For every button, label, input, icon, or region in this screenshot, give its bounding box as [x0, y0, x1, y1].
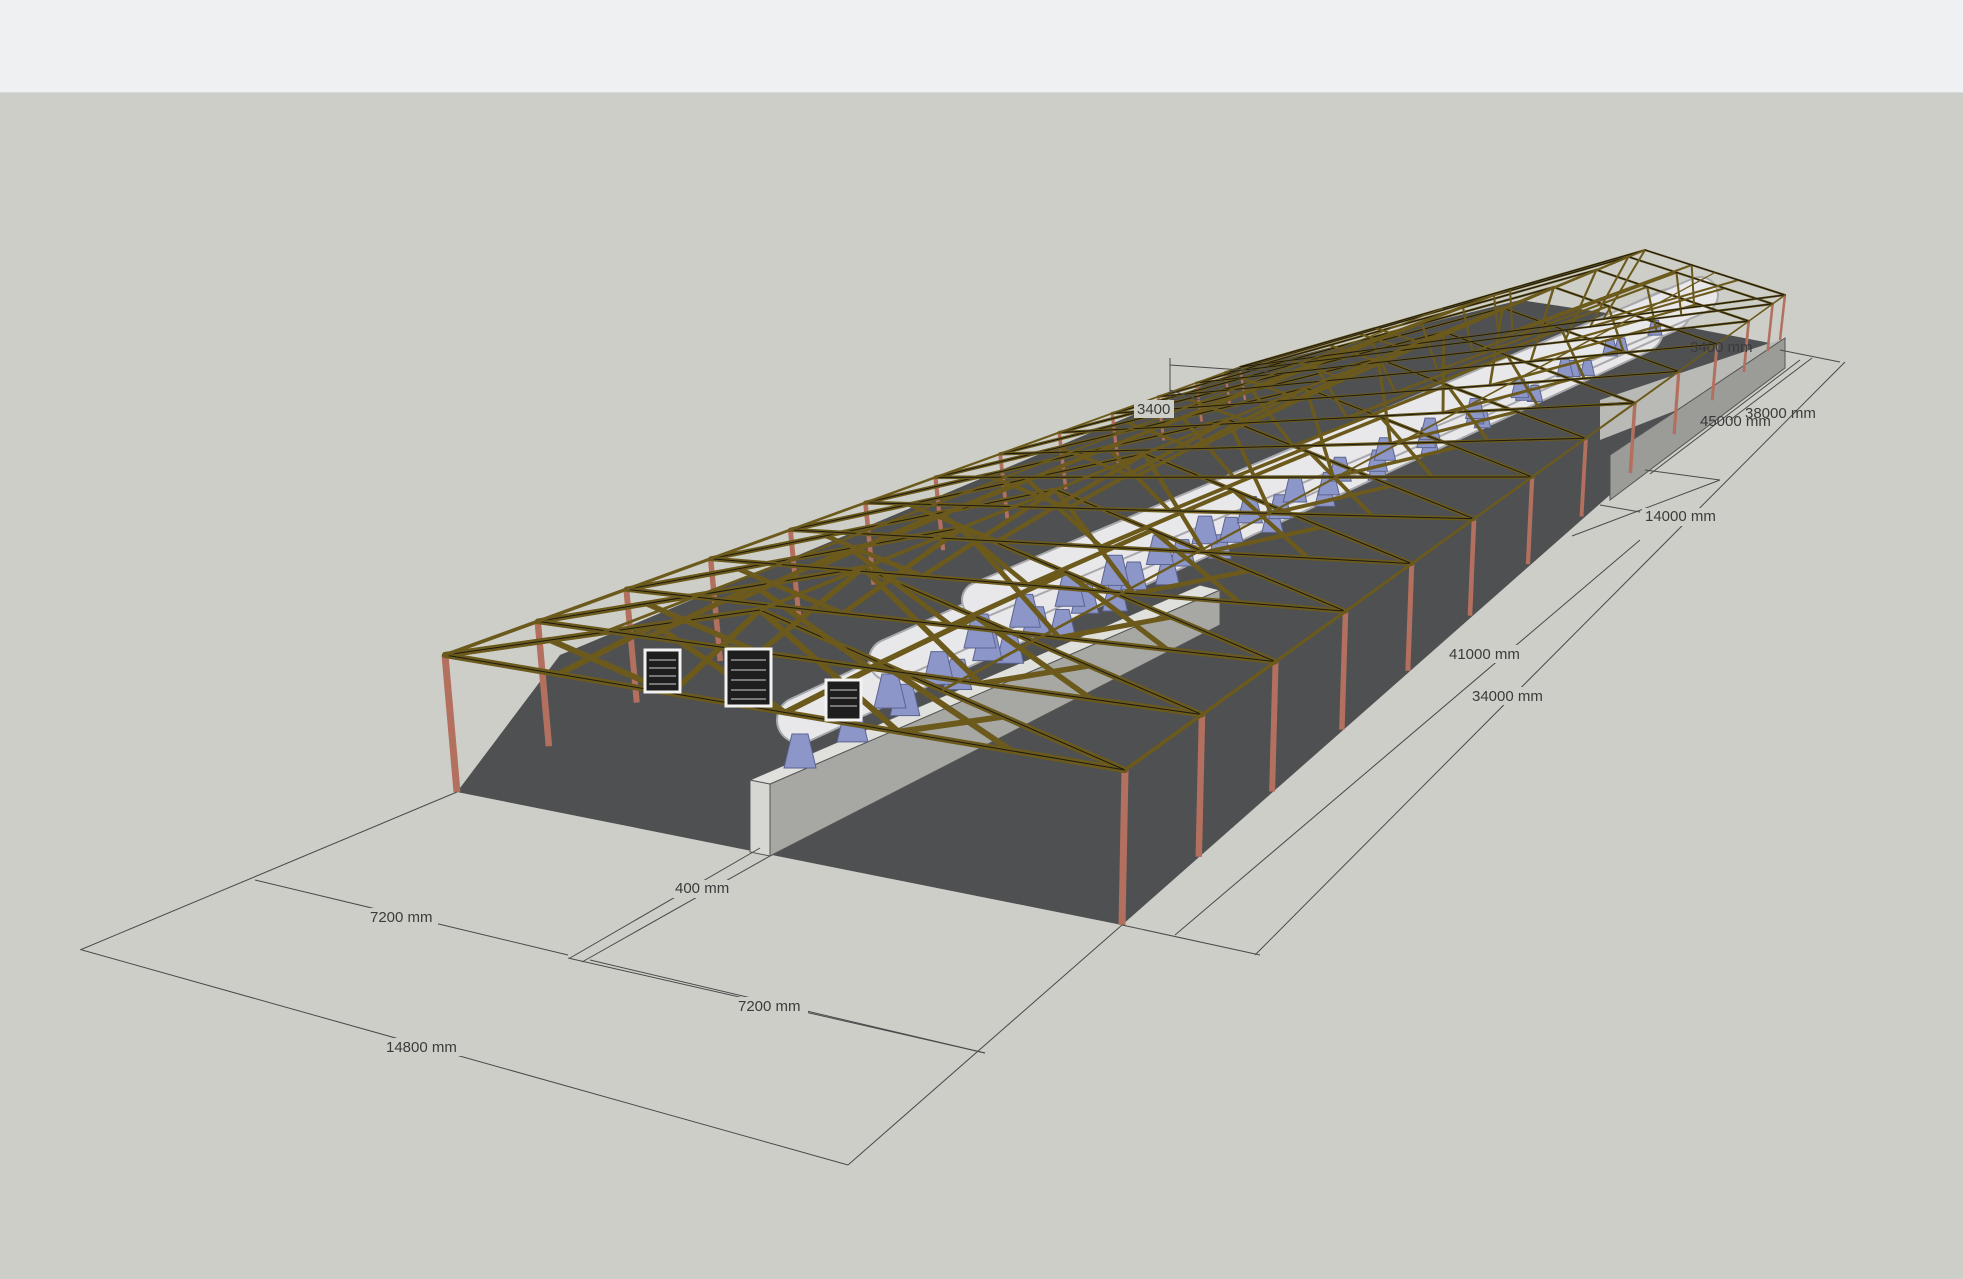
barn-model: 7200 mm 14800 mm 400 mm 7200 mm 41000 mm…	[79, 249, 1846, 1166]
dim-label-41000: 41000 mm	[1449, 646, 1520, 663]
fan-left	[643, 648, 682, 694]
dim-label-34000: 34000 mm	[1472, 688, 1543, 705]
dim-label-14000: 14000 mm	[1645, 508, 1716, 525]
dim-label-38000: 38000 mm	[1745, 405, 1816, 422]
column	[1339, 611, 1349, 730]
column	[1778, 294, 1787, 341]
dim-label-14800: 14800 mm	[386, 1039, 457, 1056]
column	[1269, 661, 1279, 792]
column	[1195, 714, 1206, 857]
toolbar-area	[0, 0, 1963, 93]
dim-label-400: 400 mm	[675, 880, 729, 897]
3d-model-viewport[interactable]: 7200 mm 14800 mm 400 mm 7200 mm 41000 mm…	[0, 93, 1963, 1279]
dim-label-3400-mm: 3400 mm	[1690, 339, 1753, 356]
dim-label-3400: 3400	[1137, 401, 1170, 418]
dim-label-7200-left: 7200 mm	[370, 909, 433, 926]
fan-center	[724, 647, 773, 708]
dim-label-7200-bottom: 7200 mm	[738, 998, 801, 1015]
column	[1118, 769, 1129, 926]
fan-right	[824, 678, 863, 722]
column	[441, 654, 461, 793]
